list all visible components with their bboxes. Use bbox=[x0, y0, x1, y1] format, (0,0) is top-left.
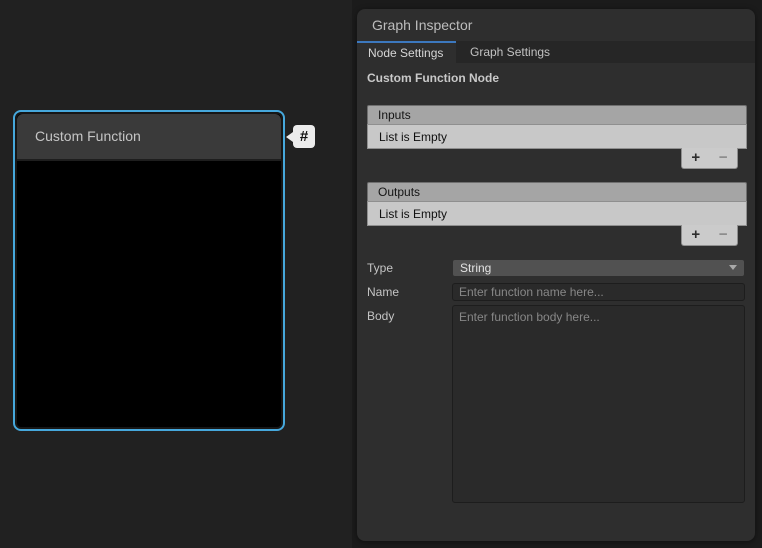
graph-canvas[interactable]: Custom Function # bbox=[0, 0, 352, 548]
graph-inspector-panel: Graph Inspector Node Settings Graph Sett… bbox=[357, 9, 755, 541]
outputs-remove-button[interactable]: − bbox=[710, 225, 738, 245]
panel-title: Graph Inspector bbox=[357, 9, 755, 41]
tab-graph-settings[interactable]: Graph Settings bbox=[456, 41, 550, 63]
tab-graph-settings-label: Graph Settings bbox=[470, 45, 550, 59]
outputs-list-footer-bar: + − bbox=[367, 226, 747, 247]
outputs-list-footer: + − bbox=[681, 225, 738, 246]
hash-badge-icon[interactable]: # bbox=[293, 125, 315, 148]
node-preview-area bbox=[17, 163, 281, 427]
inputs-list-footer-bar: + − bbox=[367, 149, 747, 170]
body-label: Body bbox=[367, 309, 394, 323]
function-name-input[interactable] bbox=[452, 283, 745, 301]
inputs-list-header[interactable]: Inputs bbox=[367, 105, 747, 124]
type-dropdown[interactable]: String bbox=[452, 259, 745, 277]
badge-tail bbox=[286, 132, 293, 142]
type-dropdown-value: String bbox=[460, 261, 491, 275]
inputs-list: Inputs List is Empty + − bbox=[367, 105, 747, 170]
tab-node-settings-label: Node Settings bbox=[368, 46, 443, 60]
outputs-list-empty-row: List is Empty bbox=[367, 201, 747, 226]
inputs-remove-button[interactable]: − bbox=[710, 148, 738, 168]
function-body-textarea[interactable] bbox=[452, 305, 745, 503]
inputs-list-empty-row: List is Empty bbox=[367, 124, 747, 149]
custom-function-node[interactable]: Custom Function bbox=[13, 110, 285, 431]
node-title[interactable]: Custom Function bbox=[17, 114, 281, 161]
inputs-add-button[interactable]: + bbox=[682, 148, 710, 168]
type-label: Type bbox=[367, 261, 393, 275]
inputs-list-footer: + − bbox=[681, 148, 738, 169]
section-title: Custom Function Node bbox=[367, 71, 499, 85]
tab-bar: Node Settings Graph Settings bbox=[357, 41, 755, 63]
chevron-down-icon bbox=[729, 265, 737, 270]
name-label: Name bbox=[367, 285, 399, 299]
outputs-list-header[interactable]: Outputs bbox=[367, 182, 747, 201]
tab-node-settings[interactable]: Node Settings bbox=[357, 41, 456, 63]
outputs-add-button[interactable]: + bbox=[682, 225, 710, 245]
outputs-list: Outputs List is Empty + − bbox=[367, 182, 747, 247]
